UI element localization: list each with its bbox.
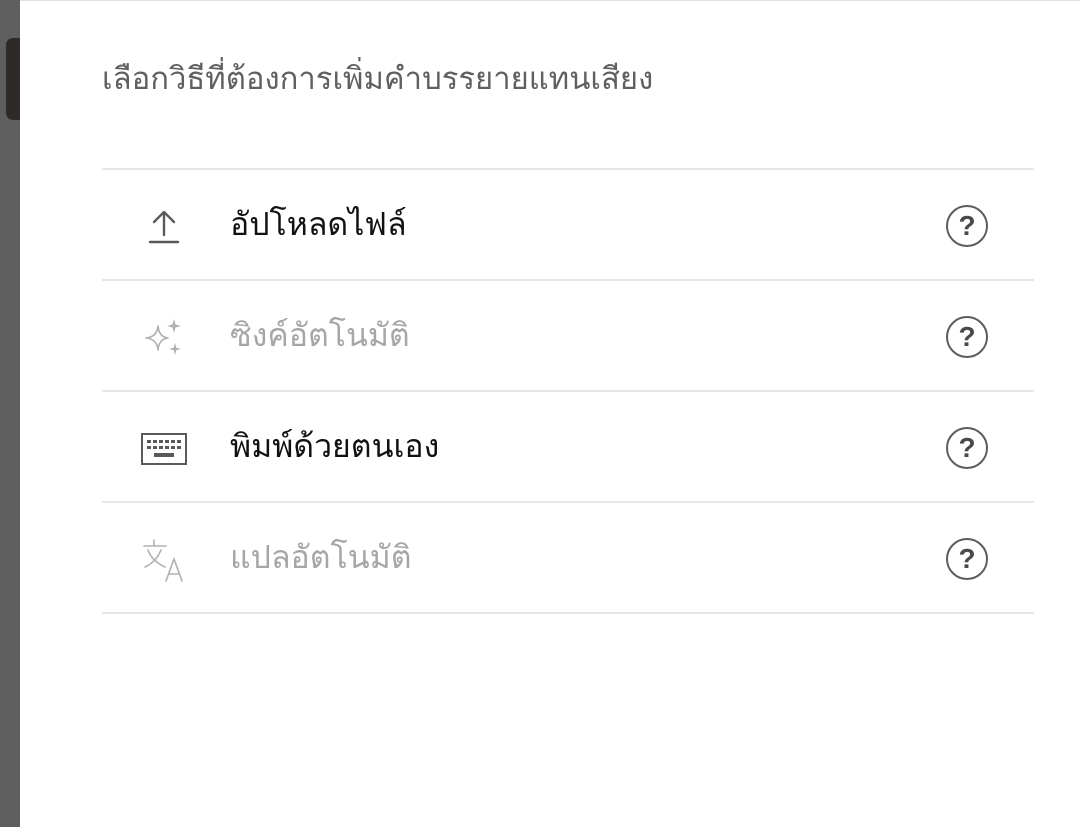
- backdrop-handle: [6, 38, 20, 120]
- option-label: พิมพ์ด้วยตนเอง: [230, 427, 440, 465]
- help-icon[interactable]: ?: [946, 316, 988, 358]
- caption-method-list: อัปโหลดไฟล์ ? ซิงค์อัตโนมัติ ? พิมพ์ด้วย…: [102, 168, 1034, 614]
- option-auto-sync[interactable]: ซิงค์อัตโนมัติ ?: [102, 279, 1034, 390]
- option-label: แปลอัตโนมัติ: [230, 538, 412, 576]
- option-type-manually[interactable]: พิมพ์ด้วยตนเอง ?: [102, 390, 1034, 501]
- keyboard-icon: [140, 425, 188, 473]
- backdrop-strip: [0, 0, 20, 827]
- translate-icon: [140, 536, 188, 584]
- help-icon[interactable]: ?: [946, 205, 988, 247]
- option-label: อัปโหลดไฟล์: [230, 205, 407, 243]
- option-auto-translate[interactable]: แปลอัตโนมัติ ?: [102, 501, 1034, 614]
- help-icon[interactable]: ?: [946, 538, 988, 580]
- sparkle-icon: [140, 314, 188, 362]
- help-icon[interactable]: ?: [946, 427, 988, 469]
- sheet-title: เลือกวิธีที่ต้องการเพิ่มคำบรรยายแทนเสียง: [102, 61, 654, 97]
- add-captions-sheet: เลือกวิธีที่ต้องการเพิ่มคำบรรยายแทนเสียง…: [20, 0, 1080, 827]
- option-upload-file[interactable]: อัปโหลดไฟล์ ?: [102, 168, 1034, 279]
- upload-icon: [140, 203, 188, 251]
- option-label: ซิงค์อัตโนมัติ: [230, 316, 410, 354]
